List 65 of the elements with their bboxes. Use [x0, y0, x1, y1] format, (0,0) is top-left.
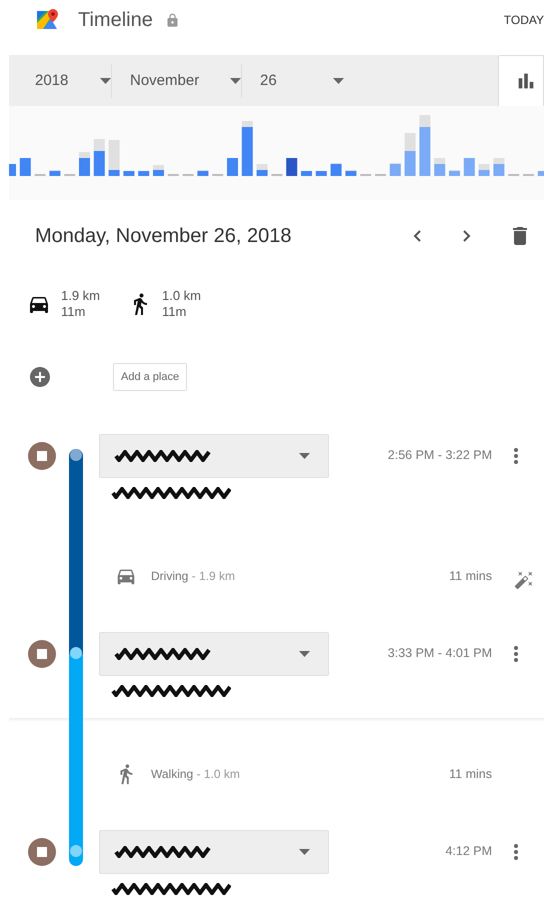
day-activity-bar[interactable] [79, 152, 90, 176]
day-activity-bar[interactable] [478, 164, 490, 176]
month-dropdown[interactable]: November [111, 64, 241, 98]
place-marker-icon [28, 838, 56, 866]
day-activity-bar[interactable] [330, 163, 342, 176]
more-vertical-icon [514, 448, 518, 464]
place-marker-icon [28, 640, 56, 668]
more-vertical-icon [514, 844, 518, 860]
day-activity-bar[interactable] [108, 140, 120, 176]
day-dropdown[interactable]: 26 [241, 64, 344, 98]
app-title: Timeline [78, 8, 153, 32]
route-stop-dot [70, 449, 82, 461]
place-dropdown[interactable] [99, 434, 329, 478]
summary-text: 1.9 km 11m [61, 288, 102, 320]
visit-time: 4:12 PM [445, 844, 492, 858]
chart-view-button[interactable] [498, 55, 544, 106]
dropdown-caret-icon [299, 651, 310, 657]
previous-day-button[interactable] [413, 230, 421, 242]
activity-duration: 11 mins [449, 569, 492, 583]
chevron-right-icon [463, 230, 471, 242]
day-activity-bar[interactable] [94, 139, 105, 176]
lock-icon [164, 12, 180, 28]
activity-label: Walking - 1.0 km [151, 767, 240, 781]
day-activity-bar[interactable] [449, 170, 460, 176]
day-activity-bar[interactable] [404, 133, 416, 176]
activity-label: Driving - 1.9 km [151, 569, 236, 583]
day-activity-bar[interactable] [345, 170, 356, 176]
magic-wand-icon [514, 570, 534, 590]
activity-duration: 11 mins [449, 767, 492, 781]
add-icon [28, 365, 52, 389]
place-dropdown[interactable] [99, 830, 329, 874]
day-activity-bar[interactable] [197, 170, 208, 176]
next-day-button[interactable] [463, 230, 471, 242]
day-activity-bar[interactable] [242, 121, 253, 176]
day-activity-bar[interactable] [493, 158, 504, 176]
place-dropdown[interactable] [99, 632, 329, 676]
day-activity-bar[interactable] [538, 171, 544, 176]
place-marker-icon [28, 442, 56, 470]
dropdown-caret-icon [299, 849, 310, 855]
chevron-left-icon [413, 230, 421, 242]
day-activity-bar[interactable] [464, 158, 475, 176]
dropdown-caret-icon [333, 78, 344, 84]
dropdown-caret-icon [230, 78, 241, 84]
day-activity-bar[interactable] [49, 170, 60, 176]
today-button[interactable]: TODAY [504, 9, 544, 31]
dropdown-caret-icon [100, 78, 111, 84]
add-place-button[interactable]: Add a place [113, 363, 188, 391]
day-activity-bar[interactable] [138, 171, 150, 176]
summary-text: 1.0 km 11m [162, 288, 202, 320]
day-activity-bar[interactable] [316, 171, 327, 176]
day-activity-bar[interactable] [286, 158, 298, 176]
day-activity-bar[interactable] [390, 163, 401, 176]
visit-time: 2:56 PM - 3:22 PM [388, 448, 492, 462]
day-activity-bar[interactable] [434, 158, 446, 176]
day-activity-bar[interactable] [20, 158, 31, 176]
day-activity-bar[interactable] [123, 171, 134, 176]
visit-time: 3:33 PM - 4:01 PM [388, 646, 492, 660]
day-title: Monday, November 26, 2018 [35, 224, 292, 248]
day-activity-bar[interactable] [419, 115, 430, 176]
day-activity-bar[interactable] [256, 164, 268, 176]
map-logo-icon [37, 9, 59, 31]
year-dropdown[interactable]: 2018 [9, 64, 111, 98]
dropdown-caret-icon [299, 453, 310, 459]
day-activity-bar[interactable] [153, 165, 164, 176]
more-vertical-icon [514, 646, 518, 662]
